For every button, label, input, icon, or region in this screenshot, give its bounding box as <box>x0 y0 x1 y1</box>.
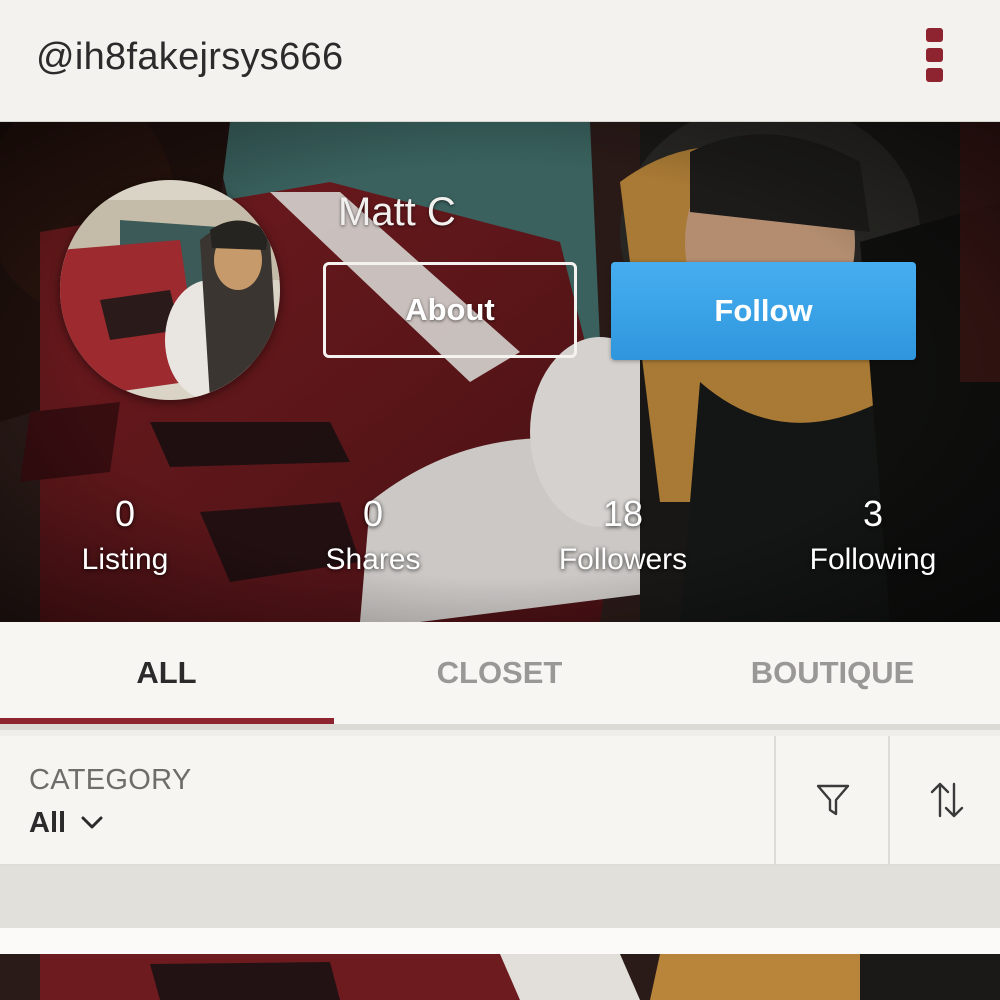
more-vert-icon[interactable] <box>918 22 952 88</box>
menu-dot <box>926 28 943 42</box>
stat-value: 3 <box>862 493 884 534</box>
stat-shares[interactable]: 0 Shares <box>273 494 473 578</box>
stat-following[interactable]: 3 Following <box>773 494 973 578</box>
category-label: CATEGORY <box>29 764 192 796</box>
divider <box>888 736 890 866</box>
divider <box>774 736 776 866</box>
listing-photo <box>0 954 1000 1000</box>
avatar[interactable] <box>60 180 280 400</box>
follow-button[interactable]: Follow <box>611 262 916 360</box>
content-strip <box>0 928 1000 954</box>
category-dropdown[interactable]: All <box>29 806 104 840</box>
profile-cover: Matt C About Follow 0 Listing 0 Shares 1… <box>0 122 1000 622</box>
category-value: All <box>29 806 67 839</box>
content-separator <box>0 866 1000 928</box>
about-button[interactable]: About <box>323 262 577 358</box>
stat-value: 0 <box>362 493 384 534</box>
closet-tabs: ALL CLOSET BOUTIQUE <box>0 622 1000 730</box>
sort-arrows-icon <box>930 782 964 818</box>
stat-label: Listing <box>81 543 169 576</box>
listing-preview-image <box>0 954 1000 1000</box>
top-header: @ih8fakejrsys666 <box>0 0 1000 122</box>
profile-name: Matt C <box>338 190 456 234</box>
stat-label: Followers <box>558 543 688 576</box>
chevron-down-icon <box>81 816 103 829</box>
stat-value: 18 <box>602 493 644 534</box>
filter-bar: CATEGORY All <box>0 736 1000 866</box>
tab-boutique[interactable]: BOUTIQUE <box>666 622 999 724</box>
menu-dot <box>926 68 943 82</box>
funnel-icon <box>816 784 850 816</box>
tab-closet[interactable]: CLOSET <box>333 622 666 724</box>
username-title: @ih8fakejrsys666 <box>36 36 344 78</box>
filter-button[interactable] <box>777 736 889 864</box>
menu-dot <box>926 48 943 62</box>
stat-followers[interactable]: 18 Followers <box>523 494 723 578</box>
stat-listing[interactable]: 0 Listing <box>25 494 225 578</box>
tab-all[interactable]: ALL <box>0 622 333 724</box>
stat-value: 0 <box>114 493 136 534</box>
stat-label: Shares <box>325 543 421 576</box>
stat-label: Following <box>809 543 937 576</box>
avatar-image <box>60 180 280 400</box>
active-tab-indicator <box>0 718 334 724</box>
sort-button[interactable] <box>891 736 1000 864</box>
